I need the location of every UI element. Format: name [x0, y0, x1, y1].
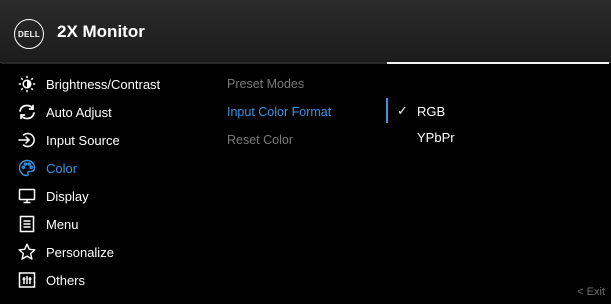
color-palette-icon — [18, 159, 36, 177]
color-submenu: Preset Modes Input Color Format Reset Co… — [227, 70, 377, 154]
option-label: RGB — [417, 103, 446, 119]
menu-item-display[interactable]: Display — [18, 182, 208, 210]
option-ypbpr[interactable]: YPbPr — [397, 124, 547, 150]
menu-item-menu[interactable]: Menu — [18, 210, 208, 238]
menu-item-label: Brightness/Contrast — [46, 76, 161, 92]
menu-item-label: Others — [46, 272, 86, 288]
brightness-icon — [18, 75, 36, 93]
display-icon — [18, 187, 36, 205]
menu-item-personalize[interactable]: Personalize — [18, 238, 208, 266]
dell-logo-text: DELL — [17, 29, 41, 39]
others-icon — [18, 271, 36, 289]
submenu-item-reset-color[interactable]: Reset Color — [227, 126, 377, 154]
option-label: YPbPr — [417, 129, 455, 145]
menu-item-label: Color — [46, 160, 78, 176]
header-divider — [2, 62, 387, 64]
menu-item-color[interactable]: Color — [18, 154, 208, 182]
menu-item-input-source[interactable]: Input Source — [18, 126, 208, 154]
main-menu: Brightness/Contrast Auto Adjust Input So… — [18, 70, 208, 294]
monitor-osd: DELL 2X Monitor Brightness/Contrast Auto… — [0, 0, 611, 304]
submenu-item-preset-modes[interactable]: Preset Modes — [227, 70, 377, 98]
submenu-item-input-color-format[interactable]: Input Color Format — [227, 98, 377, 126]
menu-item-others[interactable]: Others — [18, 266, 208, 294]
auto-adjust-icon — [18, 103, 36, 121]
menu-item-brightness-contrast[interactable]: Brightness/Contrast — [18, 70, 208, 98]
checkmark-icon: ✓ — [397, 103, 408, 118]
menu-item-label: Input Source — [46, 132, 120, 148]
header-highlight-line — [387, 62, 609, 64]
selection-indicator — [386, 98, 388, 123]
menu-icon — [18, 215, 36, 233]
star-icon — [18, 243, 36, 261]
dell-logo: DELL — [14, 19, 44, 49]
exit-button[interactable]: < Exit — [577, 286, 605, 298]
menu-item-label: Personalize — [46, 244, 114, 260]
menu-item-label: Menu — [46, 216, 79, 232]
menu-item-label: Display — [46, 188, 89, 204]
title-bar: DELL 2X Monitor — [0, 0, 611, 63]
input-source-icon — [18, 131, 36, 149]
menu-item-auto-adjust[interactable]: Auto Adjust — [18, 98, 208, 126]
monitor-title: 2X Monitor — [57, 22, 145, 41]
option-rgb[interactable]: ✓ RGB — [397, 98, 547, 124]
input-color-format-options: ✓ RGB YPbPr — [397, 98, 547, 150]
menu-item-label: Auto Adjust — [46, 104, 112, 120]
